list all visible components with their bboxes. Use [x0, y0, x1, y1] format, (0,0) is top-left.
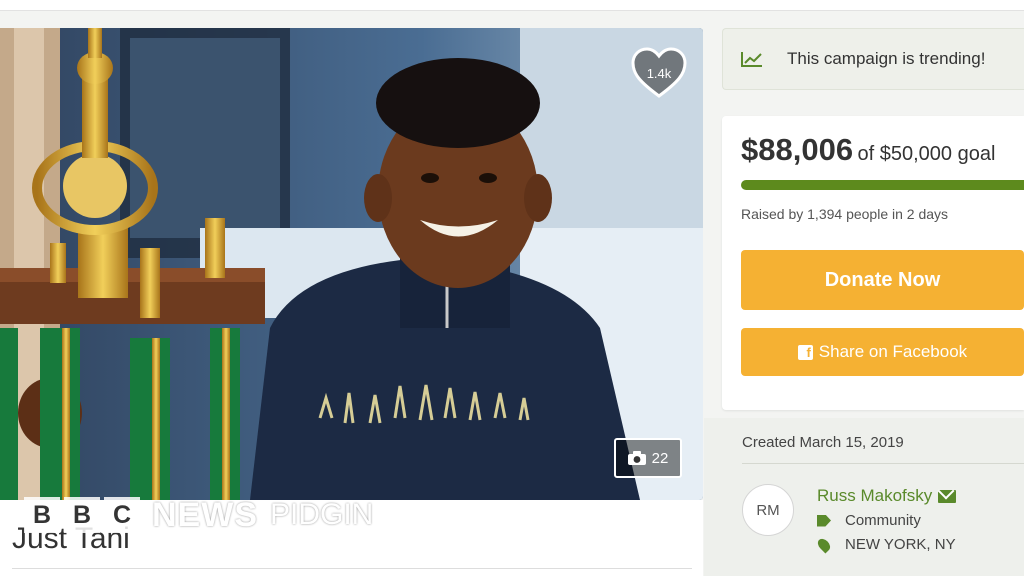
bbc-letter-b2: B	[64, 497, 100, 533]
bbc-letter-b1: B	[24, 497, 60, 533]
amount-raised: $88,006	[741, 132, 854, 167]
campaign-hero-photo[interactable]: 1.4k 22	[0, 28, 703, 500]
organizer-name: Russ Makofsky	[817, 486, 933, 505]
category-label: Community	[845, 512, 921, 529]
details-divider	[742, 463, 1024, 464]
trending-label: This campaign is trending!	[787, 49, 986, 68]
funding-progress-fill	[741, 180, 1024, 190]
location-pin-icon	[815, 536, 833, 553]
bbc-news-text: NEWS	[152, 495, 258, 534]
bbc-letter-c: C	[104, 497, 140, 533]
organizer-link[interactable]: Russ Makofsky	[817, 486, 957, 506]
trending-banner: This campaign is trending!	[722, 28, 1024, 90]
goal-amount: of $50,000 goal	[857, 143, 996, 165]
mail-icon[interactable]	[938, 489, 957, 503]
location-row: NEW YORK, NY	[815, 536, 956, 553]
donate-now-button[interactable]: Donate Now	[741, 250, 1024, 310]
tag-icon	[817, 514, 831, 527]
trending-chart-icon	[741, 52, 762, 67]
share-facebook-button[interactable]: f Share on Facebook	[741, 328, 1024, 376]
amount-raised-line: $88,006 of $50,000 goal	[741, 132, 995, 168]
bbc-pidgin-text: PIDGIN	[270, 498, 374, 531]
donation-card: $88,006 of $50,000 goal Raised by 1,394 …	[722, 116, 1024, 410]
photo-count-label: 22	[651, 449, 669, 467]
created-date: Created March 15, 2019	[742, 434, 904, 451]
top-navbar-edge	[0, 0, 1024, 11]
location-label: NEW YORK, NY	[845, 536, 956, 553]
category-row[interactable]: Community	[817, 512, 921, 529]
title-divider	[12, 568, 692, 569]
raised-by-text: Raised by 1,394 people in 2 days	[741, 206, 949, 222]
camera-icon	[627, 451, 646, 465]
organizer-avatar[interactable]: RM	[742, 484, 794, 536]
facebook-icon: f	[797, 344, 813, 360]
photo-gallery-button[interactable]: 22	[614, 438, 682, 478]
hero-photo-illustration	[0, 28, 703, 500]
share-facebook-label: Share on Facebook	[818, 342, 968, 361]
like-count-heart[interactable]: 1.4k	[630, 46, 688, 100]
campaign-details-card: Created March 15, 2019 RM Russ Makofsky …	[704, 418, 1024, 576]
funding-progress-bar	[741, 180, 1024, 190]
bbc-news-pidgin-watermark: B B C NEWS PIDGIN	[24, 496, 373, 534]
like-count: 1.4k	[646, 66, 672, 81]
